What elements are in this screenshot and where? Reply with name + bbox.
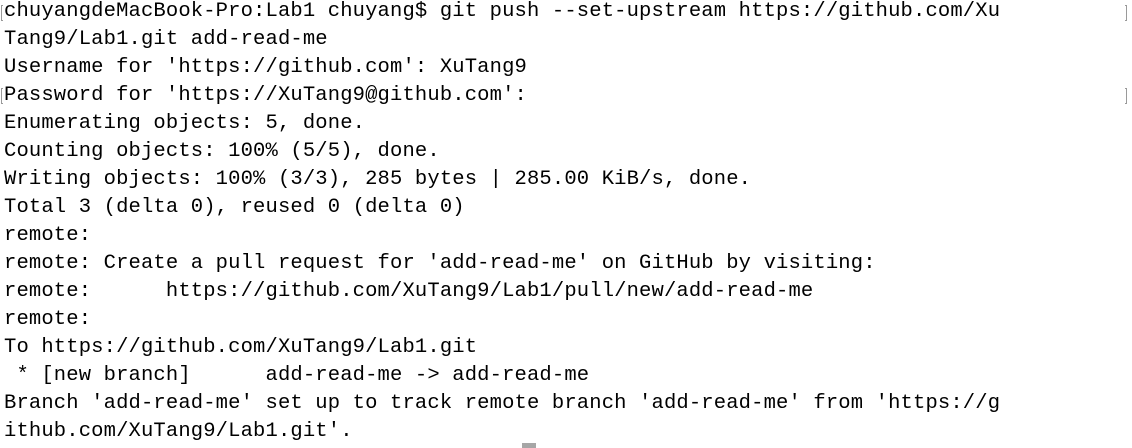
terminal-line: remote: Create a pull request for 'add-r… [4, 252, 876, 275]
terminal-line: remote: [4, 308, 92, 331]
mark-bracket-right [1125, 5, 1127, 21]
resize-handle[interactable] [522, 443, 536, 448]
terminal-line: Password for 'https://XuTang9@github.com… [4, 84, 527, 107]
mark-bracket-left [1, 5, 3, 21]
terminal-line: To https://github.com/XuTang9/Lab1.git [4, 336, 478, 359]
terminal-line: chuyangdeMacBook-Pro:Lab1 chuyang$ git p… [4, 0, 1001, 23]
terminal-line: Writing objects: 100% (3/3), 285 bytes |… [4, 168, 752, 191]
terminal-line: Tang9/Lab1.git add-read-me [4, 28, 328, 51]
terminal-line: Username for 'https://github.com': XuTan… [4, 56, 527, 79]
mark-bracket-left [1, 88, 3, 104]
terminal-line: Total 3 (delta 0), reused 0 (delta 0) [4, 196, 465, 219]
terminal-window[interactable]: chuyangdeMacBook-Pro:Lab1 chuyang$ git p… [0, 0, 1132, 448]
terminal-line: ithub.com/XuTang9/Lab1.git'. [4, 420, 353, 443]
terminal-line: remote: [4, 224, 92, 247]
terminal-line: Branch 'add-read-me' set up to track rem… [4, 392, 1001, 415]
mark-bracket-right [1125, 88, 1127, 104]
terminal-line: * [new branch] add-read-me -> add-read-m… [4, 364, 590, 387]
terminal-line: Enumerating objects: 5, done. [4, 112, 366, 135]
terminal-line: Counting objects: 100% (5/5), done. [4, 140, 440, 163]
terminal-line: remote: https://github.com/XuTang9/Lab1/… [4, 280, 814, 303]
